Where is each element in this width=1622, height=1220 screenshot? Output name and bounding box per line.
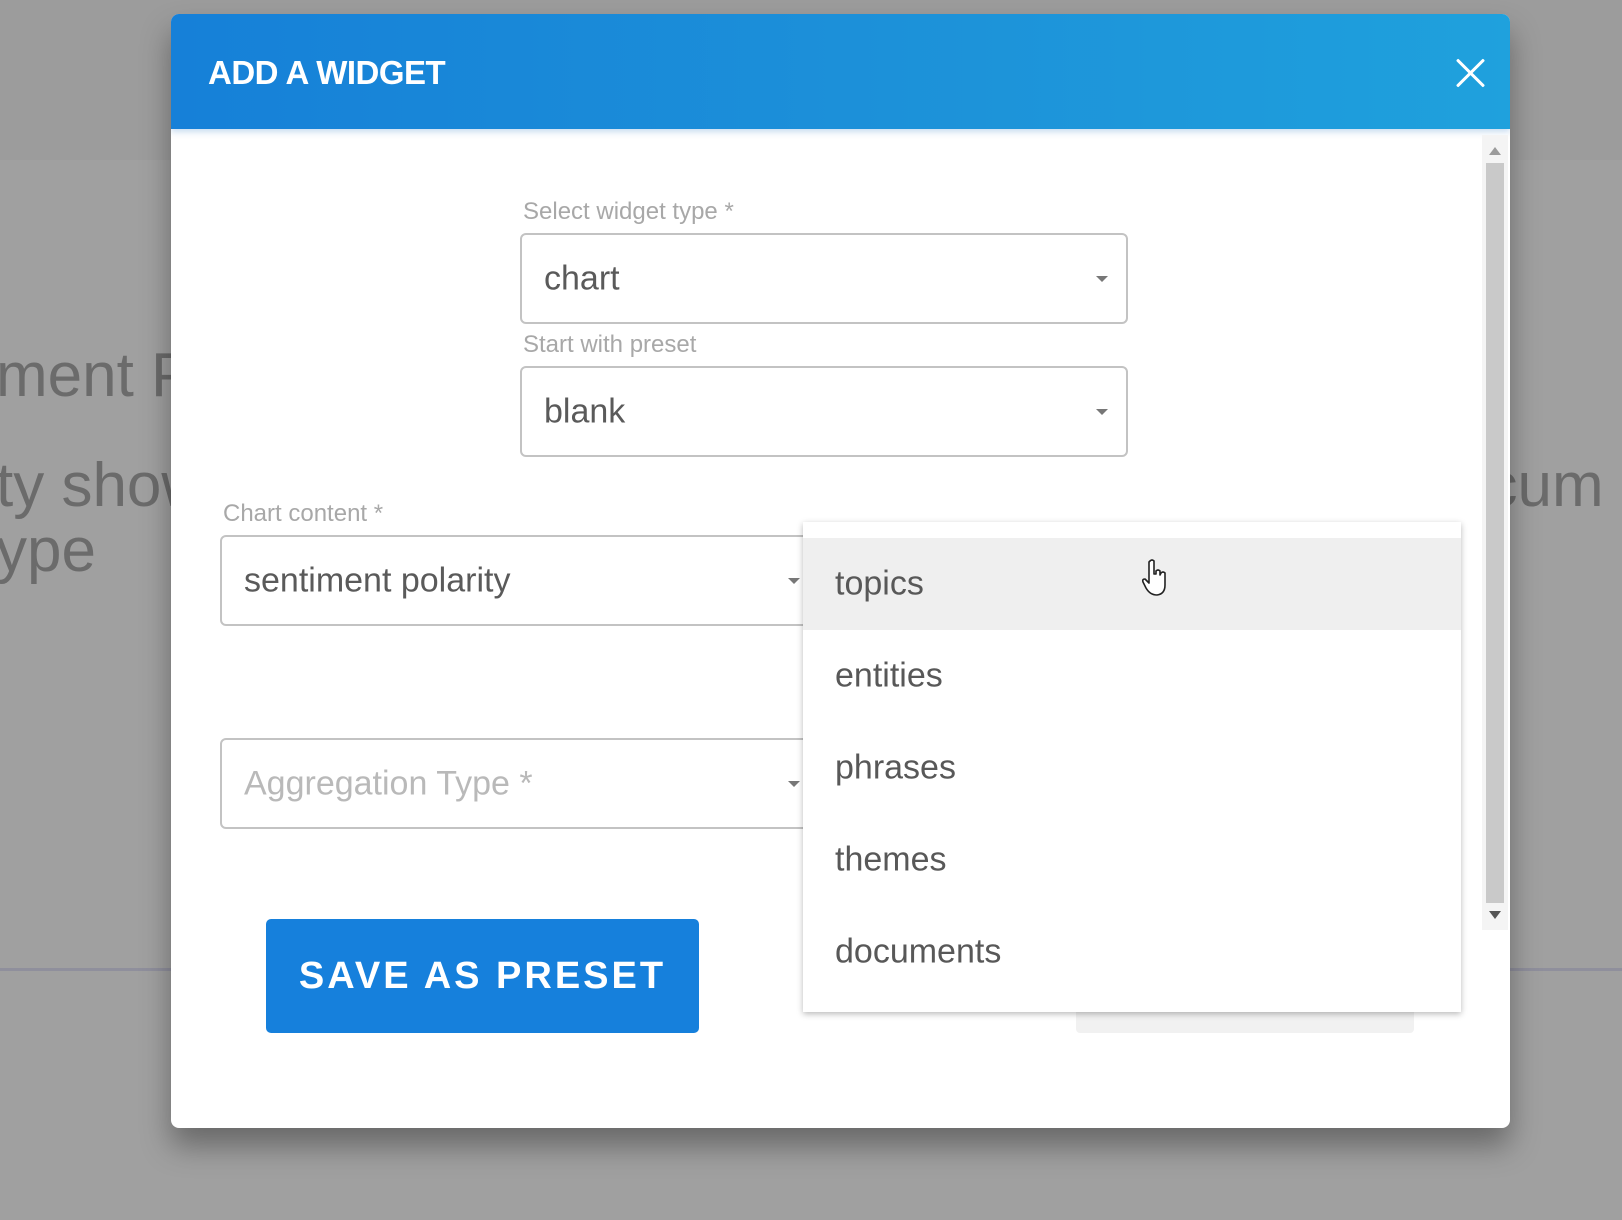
chevron-down-icon bbox=[1096, 275, 1108, 282]
dropdown-option-topics[interactable]: topics bbox=[803, 538, 1461, 630]
add-widget-dialog: ADD A WIDGET Select widget type * chart … bbox=[171, 14, 1510, 1128]
scroll-up-arrow-icon[interactable] bbox=[1489, 147, 1501, 155]
preset-select[interactable]: blank bbox=[520, 366, 1128, 457]
dropdown-option-themes[interactable]: themes bbox=[803, 814, 1461, 906]
widget-type-label: Select widget type * bbox=[523, 198, 734, 225]
option-label: documents bbox=[835, 932, 1002, 971]
option-label: topics bbox=[835, 564, 924, 603]
option-label: entities bbox=[835, 656, 943, 695]
chevron-down-icon bbox=[1096, 408, 1108, 415]
option-label: themes bbox=[835, 840, 947, 879]
preset-label: Start with preset bbox=[523, 331, 697, 358]
background-widget-description-line2: ype bbox=[0, 516, 96, 585]
dialog-scrollbar[interactable] bbox=[1482, 135, 1508, 930]
widget-type-value: chart bbox=[544, 259, 620, 297]
chart-content-label: Chart content * bbox=[223, 500, 384, 527]
chart-content-dropdown-menu: topics entities phrases themes documents bbox=[803, 522, 1461, 1012]
chevron-down-icon bbox=[788, 577, 800, 584]
scroll-thumb[interactable] bbox=[1486, 163, 1504, 903]
dropdown-option-entities[interactable]: entities bbox=[803, 630, 1461, 722]
chevron-down-icon bbox=[788, 780, 800, 787]
aggregation-type-select[interactable]: Aggregation Type * bbox=[220, 738, 820, 829]
widget-type-select[interactable]: chart bbox=[520, 233, 1128, 324]
dropdown-option-documents[interactable]: documents bbox=[803, 906, 1461, 998]
dialog-title: ADD A WIDGET bbox=[208, 54, 446, 91]
dropdown-option-phrases[interactable]: phrases bbox=[803, 722, 1461, 814]
option-label: phrases bbox=[835, 748, 956, 787]
chart-content-select[interactable]: sentiment polarity bbox=[220, 535, 820, 626]
chart-content-value: sentiment polarity bbox=[244, 561, 511, 599]
scroll-down-arrow-icon[interactable] bbox=[1489, 911, 1501, 919]
preset-value: blank bbox=[544, 392, 626, 430]
close-icon[interactable] bbox=[1454, 56, 1488, 90]
dialog-header: ADD A WIDGET bbox=[171, 14, 1510, 129]
aggregation-type-placeholder: Aggregation Type * bbox=[244, 764, 533, 802]
save-as-preset-button[interactable]: SAVE AS PRESET bbox=[266, 919, 699, 1033]
